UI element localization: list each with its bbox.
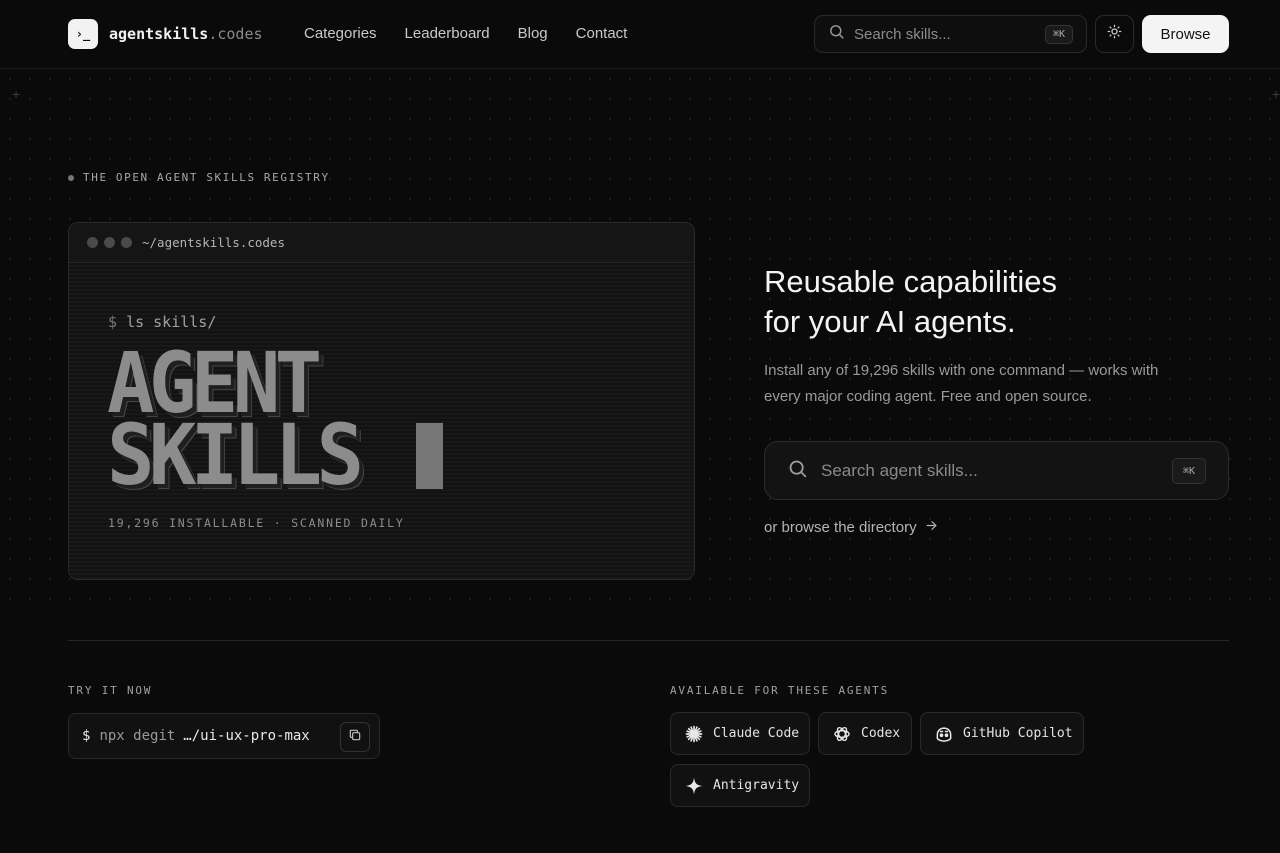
agent-chip-codex[interactable]: Codex xyxy=(818,712,912,755)
terminal-body: $ ls skills/ AGENT SKILLS 19,296 INSTALL… xyxy=(69,263,694,579)
sun-icon xyxy=(1107,24,1122,44)
openai-icon xyxy=(832,724,852,744)
copy-button[interactable] xyxy=(340,722,370,752)
window-dot xyxy=(87,237,98,248)
copy-icon xyxy=(348,728,362,746)
directory-link-label: or browse the directory xyxy=(764,519,917,536)
eyebrow-dot xyxy=(68,174,74,181)
agent-name: Claude Code xyxy=(713,726,800,741)
nav-contact[interactable]: Contact xyxy=(576,24,628,44)
search-shortcut: ⌘K xyxy=(1172,458,1206,484)
hero-title-line1: Reusable capabilities xyxy=(764,264,1057,299)
prompt-command: ls skills/ xyxy=(126,313,217,331)
top-header: ›_ agentskills.codes Categories Leaderbo… xyxy=(0,0,1280,69)
nav-categories[interactable]: Categories xyxy=(304,24,377,44)
section-divider xyxy=(68,640,1229,641)
hero-title-line2: for your AI agents. xyxy=(764,304,1016,339)
browse-directory-link[interactable]: or browse the directory xyxy=(764,519,938,536)
terminal-logo-icon: ›_ xyxy=(68,19,98,49)
browse-button[interactable]: Browse xyxy=(1142,15,1229,53)
agents-label: AVAILABLE FOR THESE AGENTS xyxy=(670,684,889,697)
hero-word-skills: SKILLS xyxy=(107,406,364,504)
nav-leaderboard[interactable]: Leaderboard xyxy=(405,24,490,44)
logo-suffix: .codes xyxy=(208,25,263,43)
agent-name: Antigravity xyxy=(713,778,800,793)
hero-title: Reusable capabilities for your AI agents… xyxy=(764,262,1224,342)
eyebrow-text: THE OPEN AGENT SKILLS REGISTRY xyxy=(83,171,330,184)
main-nav: Categories Leaderboard Blog Contact xyxy=(304,24,655,44)
logo-text: agentskills.codes xyxy=(109,25,263,43)
agent-chip-claude-code[interactable]: Claude Code xyxy=(670,712,810,755)
command-prefix: npx degit xyxy=(99,728,176,744)
agent-name: GitHub Copilot xyxy=(963,726,1073,741)
corner-plus-mark: + xyxy=(12,86,21,102)
corner-plus-mark: + xyxy=(1272,86,1280,102)
copilot-icon xyxy=(934,724,954,744)
nav-blog[interactable]: Blog xyxy=(518,24,548,44)
window-dot xyxy=(104,237,115,248)
agent-chip-antigravity[interactable]: Antigravity xyxy=(670,764,810,807)
search-icon xyxy=(828,23,845,45)
logo-name: agentskills xyxy=(109,25,209,43)
install-command-box: $ npx degit …/ui-ux-pro-max xyxy=(68,713,380,759)
command-target: …/ui-ux-pro-max xyxy=(183,728,310,744)
search-placeholder: Search agent skills... xyxy=(821,460,978,480)
terminal-path: ~/agentskills.codes xyxy=(142,235,285,250)
agent-name: Codex xyxy=(861,726,901,741)
search-icon xyxy=(787,458,808,484)
terminal-prompt: $ ls skills/ xyxy=(108,313,216,331)
sparkle-icon xyxy=(684,776,704,796)
terminal-cursor xyxy=(416,423,443,489)
claude-icon xyxy=(684,724,704,744)
try-it-label: TRY IT NOW xyxy=(68,684,153,697)
terminal-window: ~/agentskills.codes $ ls skills/ AGENT S… xyxy=(68,222,695,580)
command-prompt: $ xyxy=(82,728,91,744)
site-logo[interactable]: ›_ agentskills.codes xyxy=(68,19,263,49)
terminal-titlebar: ~/agentskills.codes xyxy=(69,223,694,263)
header-search-shortcut: ⌘K xyxy=(1045,25,1073,44)
theme-toggle-button[interactable] xyxy=(1095,15,1134,53)
arrow-right-icon xyxy=(925,519,938,536)
header-search-input[interactable]: Search skills... ⌘K xyxy=(814,15,1087,53)
prompt-symbol: $ xyxy=(108,313,118,331)
hero-subtitle: Install any of 19,296 skills with one co… xyxy=(764,362,1159,405)
window-dot xyxy=(121,237,132,248)
header-search-placeholder: Search skills... xyxy=(854,25,951,43)
agent-chip-github-copilot[interactable]: GitHub Copilot xyxy=(920,712,1084,755)
agent-skills-search-input[interactable]: Search agent skills... ⌘K xyxy=(764,441,1229,500)
terminal-footer: 19,296 INSTALLABLE · SCANNED DAILY xyxy=(108,516,405,530)
registry-eyebrow: THE OPEN AGENT SKILLS REGISTRY xyxy=(68,171,330,184)
